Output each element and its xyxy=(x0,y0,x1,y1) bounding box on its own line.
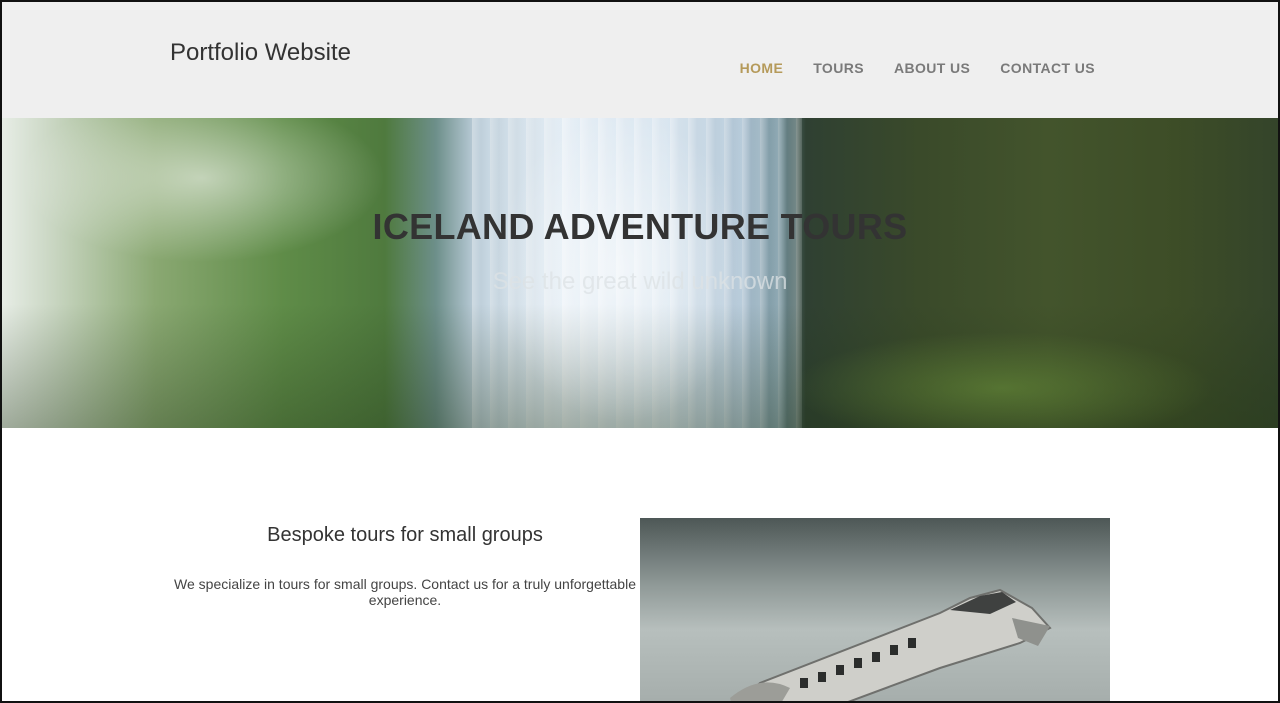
hero-subtitle: See the great wild unknown xyxy=(492,268,788,295)
hero-title: ICELAND ADVENTURE TOURS xyxy=(372,206,908,247)
main-nav: HOME TOURS ABOUT US CONTACT US xyxy=(740,60,1095,76)
site-header: Portfolio Website HOME TOURS ABOUT US CO… xyxy=(2,2,1278,118)
feature-text: We specialize in tours for small groups.… xyxy=(174,576,636,608)
brand-logo-link[interactable]: Portfolio Website xyxy=(170,39,351,67)
hero-banner: ICELAND ADVENTURE TOURS See the great wi… xyxy=(2,118,1278,428)
page: Portfolio Website HOME TOURS ABOUT US CO… xyxy=(0,0,1280,703)
feature-title: Bespoke tours for small groups xyxy=(267,524,543,546)
nav-tours[interactable]: TOURS xyxy=(813,60,864,76)
nav-contact-us[interactable]: CONTACT US xyxy=(1000,60,1095,76)
nav-home[interactable]: HOME xyxy=(740,60,784,76)
plane-wreck-photo xyxy=(640,518,1110,701)
plane-wreck-illustration xyxy=(730,588,1052,701)
nav-about-us[interactable]: ABOUT US xyxy=(894,60,970,76)
